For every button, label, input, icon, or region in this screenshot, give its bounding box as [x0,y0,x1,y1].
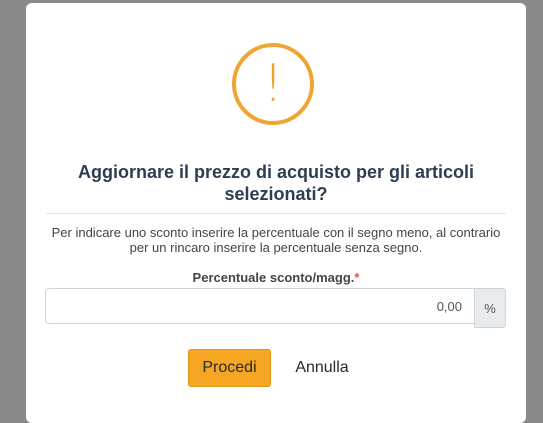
exclamation-glyph: ! [262,54,284,114]
dialog-description: Per indicare uno sconto inserire la perc… [51,225,501,255]
divider [46,213,506,214]
cancel-button[interactable]: Annulla [281,349,363,387]
proceed-button[interactable]: Procedi [188,349,271,387]
dialog-title: Aggiornare il prezzo di acquisto per gli… [77,162,475,204]
percentage-input-group: % [45,288,506,328]
percentage-field-label: Percentuale sconto/magg.* [46,270,506,285]
percentage-label-text: Percentuale sconto/magg. [192,270,355,285]
percent-addon: % [474,288,506,328]
percentage-input[interactable] [45,288,474,324]
required-mark: * [354,270,360,285]
exclamation-icon: ! [232,43,314,125]
confirm-dialog: ! Aggiornare il prezzo di acquisto per g… [26,3,526,423]
